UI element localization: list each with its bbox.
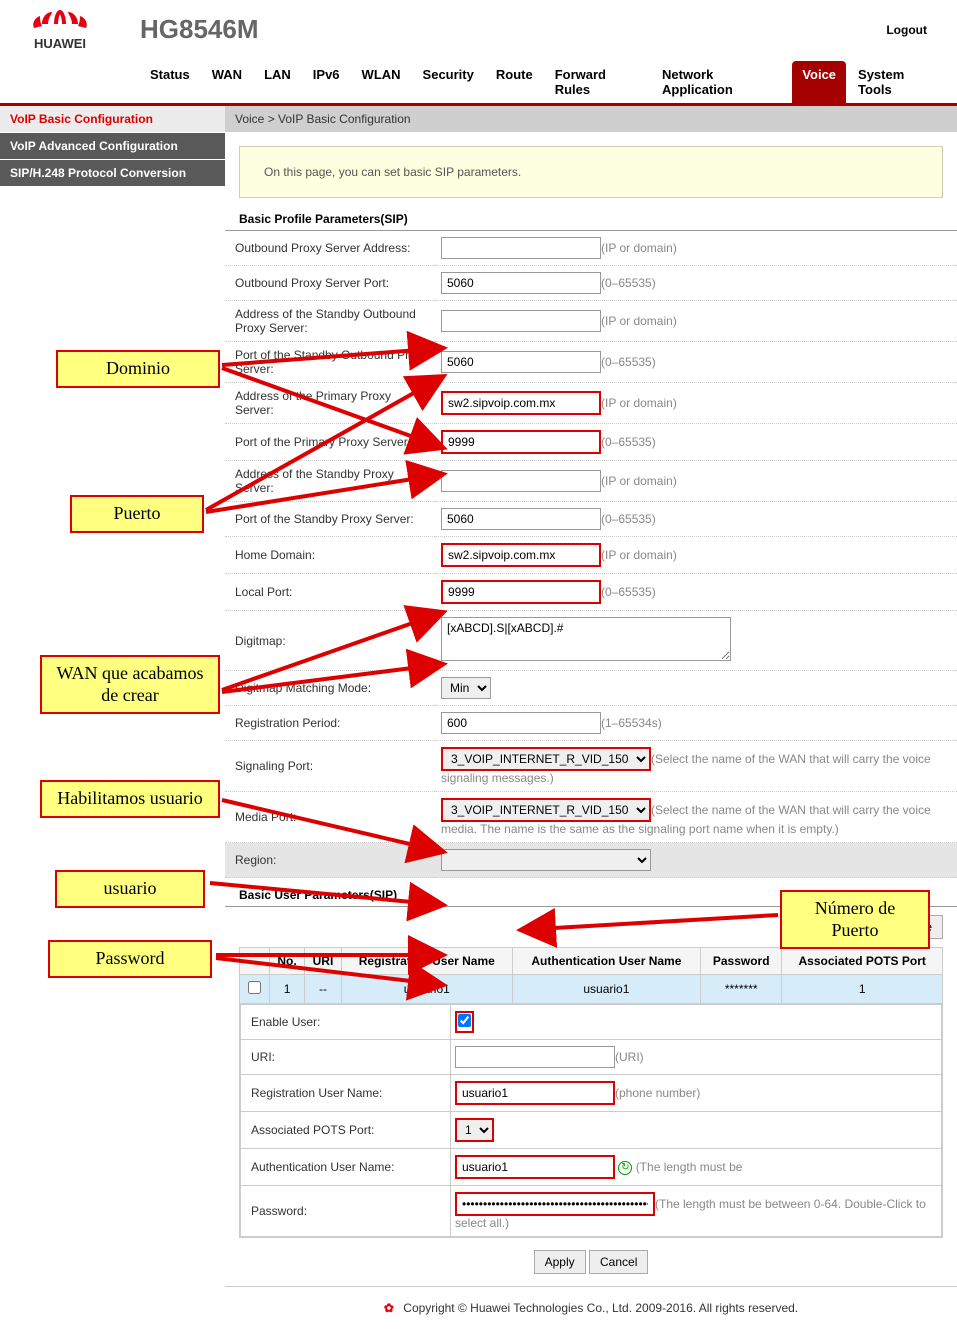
sel-pots[interactable]: 1 [455,1118,494,1142]
cancel-button[interactable]: Cancel [589,1250,648,1274]
lbl-pots: Associated POTS Port: [241,1112,451,1149]
callout-numero: Número de Puerto [780,890,930,949]
callout-puerto: Puerto [70,495,204,533]
huawei-mini-logo: ✿ [384,1301,394,1315]
callout-usuario: usuario [55,870,205,908]
in-pwd[interactable] [455,1192,655,1216]
lbl-pwd: Password: [241,1186,451,1237]
refresh-icon[interactable]: ↻ [618,1161,632,1175]
callout-wan: WAN que acabamos de crear [40,655,220,714]
callout-dominio: Dominio [56,350,220,388]
callout-password: Password [48,940,212,978]
lbl-auth-user: Authentication User Name: [241,1149,451,1186]
in-auth-user[interactable] [455,1155,615,1179]
apply-button[interactable]: Apply [534,1250,586,1274]
callout-habilitamos: Habilitamos usuario [40,780,220,818]
footer: ✿ Copyright © Huawei Technologies Co., L… [225,1286,957,1329]
